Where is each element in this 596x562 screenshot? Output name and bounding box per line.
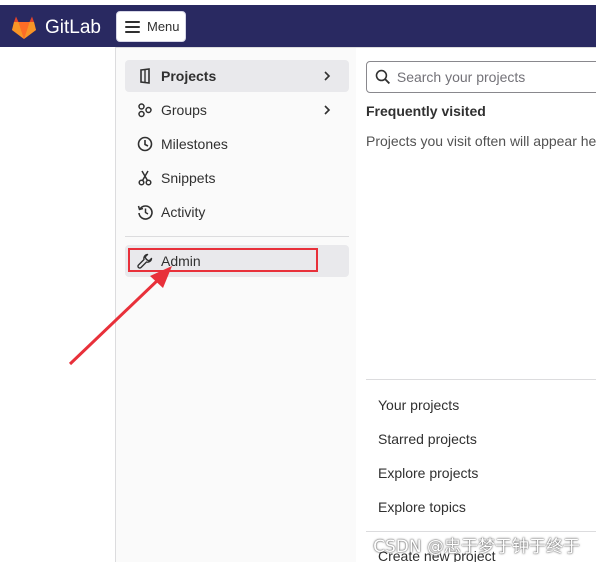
chevron-right-icon [324, 105, 331, 115]
history-icon [137, 204, 153, 220]
menu-item-label: Activity [161, 204, 206, 220]
project-search-input[interactable] [396, 69, 596, 85]
link-your-projects[interactable]: Your projects [366, 389, 596, 421]
menu-button-label: Menu [147, 19, 180, 34]
menu-left-column: Projects Groups Milestones Snippets Acti… [116, 48, 356, 562]
menu-item-groups[interactable]: Groups [125, 94, 349, 126]
frequent-projects-empty-text: Projects you visit often will appear her… [366, 133, 596, 149]
menu-item-label: Projects [161, 68, 217, 84]
chevron-right-icon [324, 71, 331, 81]
scissors-icon [137, 170, 153, 186]
menu-dropdown: Projects Groups Milestones Snippets Acti… [115, 47, 596, 562]
panel-divider [366, 379, 596, 380]
menu-item-activity[interactable]: Activity [125, 196, 349, 228]
hamburger-icon [125, 20, 140, 33]
project-search-box[interactable] [366, 61, 596, 93]
projects-panel: Frequently visited Projects you visit of… [364, 48, 596, 562]
menu-item-label: Snippets [161, 170, 216, 186]
brand-name: GitLab [45, 17, 101, 38]
menu-item-milestones[interactable]: Milestones [125, 128, 349, 160]
group-icon [137, 102, 153, 118]
link-explore-topics[interactable]: Explore topics [366, 491, 596, 523]
menu-button[interactable]: Menu [116, 11, 186, 42]
link-starred-projects[interactable]: Starred projects [366, 423, 596, 455]
frequent-projects-heading: Frequently visited [366, 103, 486, 119]
menu-item-projects[interactable]: Projects [125, 60, 349, 92]
watermark-text: CSDN @忠于梦于钟于终于 [373, 537, 580, 557]
menu-item-label: Milestones [161, 136, 228, 152]
gitlab-logo-icon [12, 16, 36, 39]
annotation-highlight-box [128, 248, 318, 272]
top-navbar: GitLab Menu [0, 0, 596, 47]
menu-item-label: Groups [161, 102, 207, 118]
clock-icon [137, 136, 153, 152]
link-explore-projects[interactable]: Explore projects [366, 457, 596, 489]
search-icon [375, 69, 391, 85]
project-icon [137, 68, 153, 84]
brand-home-link[interactable]: GitLab [11, 13, 101, 43]
menu-item-snippets[interactable]: Snippets [125, 162, 349, 194]
menu-divider [125, 236, 349, 237]
